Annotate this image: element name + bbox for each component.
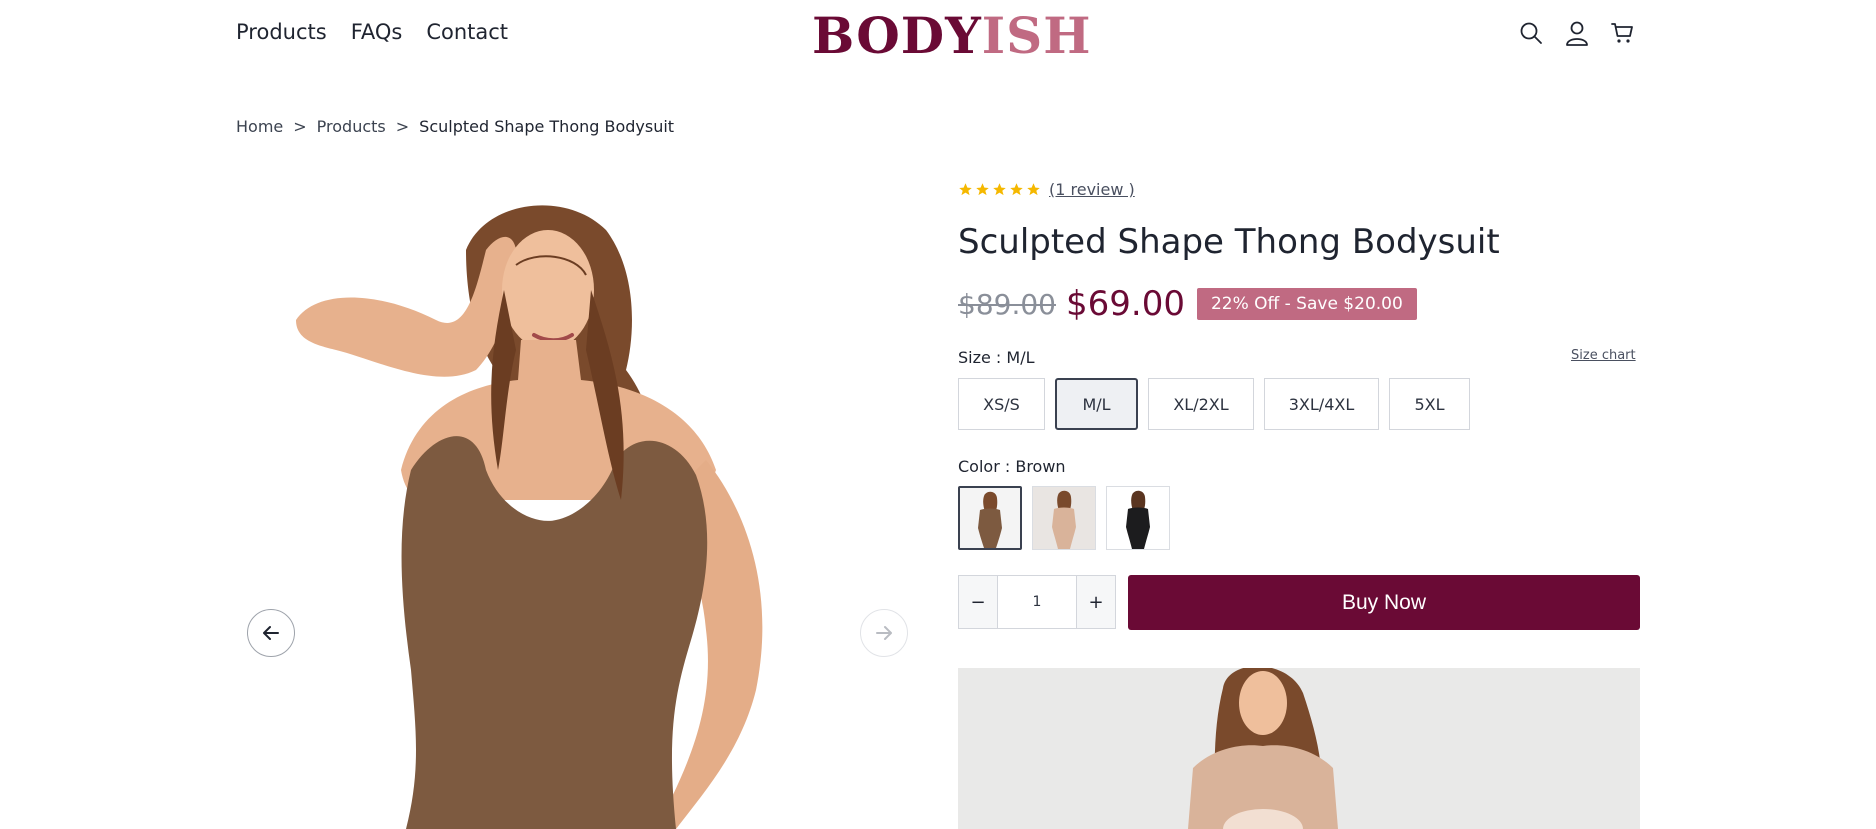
breadcrumb-products[interactable]: Products <box>317 117 386 136</box>
cart-icon[interactable] <box>1610 19 1636 47</box>
breadcrumb-separator: > <box>293 117 307 136</box>
breadcrumb-separator: > <box>395 117 410 136</box>
main-nav: Products FAQs Contact <box>236 20 508 44</box>
nav-faqs[interactable]: FAQs <box>351 20 403 44</box>
size-label: Size : M/L <box>958 348 1035 367</box>
breadcrumb-home[interactable]: Home <box>236 117 283 136</box>
quantity-decrease-button[interactable]: − <box>959 576 997 628</box>
size-option-m-l[interactable]: M/L <box>1055 378 1138 430</box>
arrow-left-icon <box>263 626 279 640</box>
size-chart-link[interactable]: Size chart <box>1571 348 1636 363</box>
product-title: Sculpted Shape Thong Bodysuit <box>958 222 1500 262</box>
color-label: Color : Brown <box>958 457 1066 476</box>
size-option-xl-2xl[interactable]: XL/2XL <box>1148 378 1254 430</box>
color-swatch-nude[interactable] <box>1032 486 1096 550</box>
review-link[interactable]: (1 review ) <box>1049 180 1135 199</box>
promo-image <box>958 668 1640 829</box>
search-icon[interactable] <box>1518 19 1544 47</box>
nav-products[interactable]: Products <box>236 20 327 44</box>
quantity-stepper: − 1 + <box>958 575 1116 629</box>
color-swatch-black[interactable] <box>1106 486 1170 550</box>
discount-badge: 22% Off - Save $20.00 <box>1196 288 1417 320</box>
quantity-increase-button[interactable]: + <box>1077 576 1115 628</box>
size-option-5xl[interactable]: 5XL <box>1389 378 1470 430</box>
size-option-3xl-4xl[interactable]: 3XL/4XL <box>1264 378 1379 430</box>
star-icon <box>993 183 1006 196</box>
star-icon <box>1010 183 1023 196</box>
site-header: Products FAQs Contact BODYISH <box>0 0 1876 70</box>
star-icon <box>1027 183 1040 196</box>
star-icon <box>976 183 989 196</box>
gallery-prev-button[interactable] <box>247 609 295 657</box>
header-icons <box>1518 19 1636 47</box>
account-icon[interactable] <box>1564 19 1590 47</box>
size-option-xs-s[interactable]: XS/S <box>958 378 1045 430</box>
star-icon <box>959 183 972 196</box>
buy-now-button[interactable]: Buy Now <box>1128 575 1640 630</box>
arrow-right-icon <box>876 626 892 640</box>
sale-price: $69.00 <box>1065 284 1185 324</box>
size-options: XS/S M/L XL/2XL 3XL/4XL 5XL <box>958 378 1470 430</box>
color-swatch-brown[interactable] <box>958 486 1022 550</box>
product-gallery-image <box>236 170 916 829</box>
nav-contact[interactable]: Contact <box>426 20 508 44</box>
original-price: $89.00 <box>958 287 1056 321</box>
gallery-next-button[interactable] <box>860 609 908 657</box>
product-rating: (1 review ) <box>958 180 1135 199</box>
brand-logo[interactable]: BODYISH <box>812 6 1092 65</box>
price-row: $89.00 $69.00 22% Off - Save $20.00 <box>958 284 1417 324</box>
color-options <box>958 486 1170 550</box>
rating-stars <box>958 182 1041 197</box>
breadcrumb: Home > Products > Sculpted Shape Thong B… <box>236 117 674 136</box>
quantity-input[interactable]: 1 <box>997 576 1077 628</box>
breadcrumb-current: Sculpted Shape Thong Bodysuit <box>419 117 675 136</box>
